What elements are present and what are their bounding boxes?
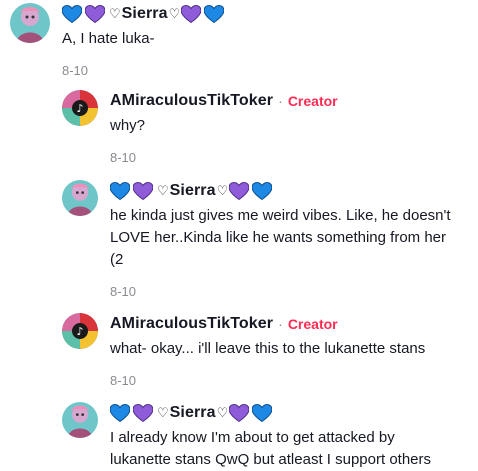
author-name-text: Sierra [169,404,216,421]
comment-date: 8-10 [110,284,137,299]
purple-heart-icon [133,182,153,200]
avatar-image [62,180,98,216]
comment-text-line: LOVE her..Kinda like he wants something … [110,229,447,246]
reply-item: ♡ Sierra ♡ he kinda just gives me weird … [62,180,451,299]
blue-heart-icon [204,5,225,23]
blue-heart-icon [110,182,130,200]
creator-badge: Creator [287,316,338,332]
comment-date: 8-10 [62,63,89,78]
author-name-text: AMiraculousTikToker [110,92,274,109]
blue-heart-icon [110,404,130,422]
author-name-text: Sierra [121,5,168,22]
avatar-creator[interactable]: ♪ [62,313,98,349]
small-heart-icon: ♡ [216,183,229,198]
author-name-text: AMiraculousTikToker [110,315,274,332]
avatar-image [62,402,98,438]
author-name[interactable]: ♡ Sierra ♡ [110,180,451,202]
blue-heart-icon [252,182,273,200]
reply-item: ♪ AMiraculousTikToker · Creator why? 8-1… [62,90,338,165]
comment-item: ♡ Sierra ♡ A, I hate luka- 8-10 [10,3,225,78]
author-name[interactable]: ♡ Sierra ♡ [110,402,431,424]
comment-text-line: lukanette stans QwQ but atleast I suppor… [110,451,432,468]
name-separator: · [278,316,283,332]
small-heart-icon: ♡ [157,183,169,198]
purple-heart-icon [229,404,250,422]
comment-text-line: (2 [110,251,124,268]
name-separator: · [278,93,283,109]
blue-heart-icon [62,5,82,23]
purple-heart-icon [181,5,202,23]
author-name[interactable]: AMiraculousTikToker · Creator [110,313,425,335]
purple-heart-icon [229,182,250,200]
comment-text: he kinda just gives me weird vibes. Like… [110,205,451,271]
small-heart-icon: ♡ [157,405,169,420]
svg-text:♪: ♪ [76,102,83,115]
author-name[interactable]: ♡ Sierra ♡ [62,3,225,25]
avatar-creator[interactable]: ♪ [62,90,98,126]
reply-item: ♪ AMiraculousTikToker · Creator what- ok… [62,313,425,388]
small-heart-icon: ♡ [216,405,229,420]
blue-heart-icon [252,404,273,422]
avatar-sierra[interactable] [62,180,98,216]
author-name-text: Sierra [169,182,216,199]
purple-heart-icon [85,5,105,23]
comment-text: why? [110,117,146,134]
avatar-sierra[interactable] [10,3,50,43]
comment-text: I already know I'm about to get attacked… [110,427,431,471]
comment-text: what- okay... i'll leave this to the luk… [110,340,426,357]
svg-text:♪: ♪ [76,325,83,338]
avatar-image: ♪ [62,313,98,349]
comment-date: 8-10 [110,373,137,388]
author-name[interactable]: AMiraculousTikToker · Creator [110,90,338,112]
creator-badge: Creator [287,93,338,109]
small-heart-icon: ♡ [168,6,181,21]
comment-date: 8-10 [110,150,137,165]
reply-item: ♡ Sierra ♡ I already know I'm about to g… [62,402,431,471]
avatar-image [10,3,50,43]
purple-heart-icon [133,404,153,422]
comment-text-line: I already know I'm about to get attacked… [110,429,395,446]
comment-text: A, I hate luka- [62,30,155,47]
avatar-sierra[interactable] [62,402,98,438]
comment-text-line: he kinda just gives me weird vibes. Like… [110,207,451,224]
avatar-image: ♪ [62,90,98,126]
small-heart-icon: ♡ [109,6,121,21]
